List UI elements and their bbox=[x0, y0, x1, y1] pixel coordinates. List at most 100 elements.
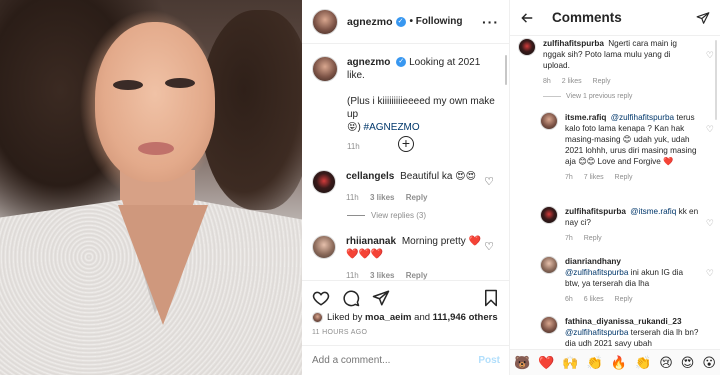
view-replies-link[interactable]: View replies (3) bbox=[347, 211, 426, 220]
comment-time: 6h bbox=[565, 296, 573, 303]
post-comment-button[interactable]: Post bbox=[478, 355, 500, 366]
post-actions: Liked by moa_aeim and 111,946 others 11 … bbox=[302, 280, 510, 350]
caption-avatar[interactable] bbox=[312, 56, 338, 82]
comment-item: cellangels Beautiful ka 😍😍 11h 3 likes R… bbox=[312, 170, 500, 204]
comments-header: Comments bbox=[510, 0, 720, 36]
comment-mention[interactable]: @zulfihafitspurba bbox=[611, 113, 674, 122]
commenter-avatar[interactable] bbox=[518, 38, 536, 56]
comments-scrollbar[interactable] bbox=[505, 55, 507, 85]
add-comment-input[interactable] bbox=[312, 355, 479, 366]
comments-panel: Comments zulfihafitspurba Ngerti cara ma… bbox=[510, 0, 720, 375]
likes-count[interactable]: 111,946 others bbox=[433, 312, 498, 323]
comment-icon[interactable] bbox=[342, 289, 360, 307]
comment-username[interactable]: cellangels bbox=[346, 171, 394, 182]
commenter-avatar[interactable] bbox=[312, 235, 336, 259]
comment-mention[interactable]: @zulfihafitspurba bbox=[565, 328, 628, 337]
comment-username[interactable]: zulfihafitspurba bbox=[543, 39, 604, 48]
caption-time: 11h bbox=[347, 142, 360, 151]
comments-title: Comments bbox=[552, 10, 622, 25]
post-panel: agnezmo ✓ • Following ··· agnezmo ✓ Looki… bbox=[302, 0, 510, 375]
comment-time: 7h bbox=[565, 174, 573, 181]
emoji-quick-bar: 🐻 ❤️ 🙌 👏 🔥 👏 😢 😍 😮 bbox=[510, 349, 720, 375]
liked-by-and: and bbox=[414, 312, 431, 323]
emoji-clap[interactable]: 👏 bbox=[587, 355, 603, 371]
author-username[interactable]: agnezmo bbox=[347, 16, 393, 28]
reply-button[interactable]: Reply bbox=[584, 235, 602, 242]
comment-username[interactable]: fathina_diyanissa_rukandi_23 bbox=[565, 317, 682, 326]
reply-item: zulfihafitspurba @itsme.rafiq kk en nay … bbox=[540, 206, 714, 244]
like-comment-heart-icon[interactable]: ♡ bbox=[706, 268, 714, 279]
post-header: agnezmo ✓ • Following ··· bbox=[302, 0, 509, 44]
like-comment-heart-icon[interactable]: ♡ bbox=[484, 175, 494, 188]
reply-item: dianriandhany @zulfihafitspurba ini akun… bbox=[540, 256, 714, 305]
comment-time: 8h bbox=[543, 78, 551, 85]
comments-panel-scrollbar[interactable] bbox=[715, 40, 717, 120]
view-previous-reply-link[interactable]: View 1 previous reply bbox=[543, 93, 632, 100]
bookmark-icon[interactable] bbox=[482, 289, 500, 307]
liked-by-prefix: Liked by bbox=[327, 312, 363, 323]
commenter-avatar[interactable] bbox=[312, 170, 336, 194]
liker-avatar[interactable] bbox=[312, 312, 323, 323]
comment-mention[interactable]: @itsme.rafiq bbox=[630, 207, 676, 216]
emoji-fire[interactable]: 🔥 bbox=[611, 355, 627, 371]
emoji-clap-2[interactable]: 👏 bbox=[635, 355, 651, 371]
comment-username[interactable]: zulfihafitspurba bbox=[565, 207, 626, 216]
share-icon[interactable] bbox=[372, 289, 390, 307]
commenter-avatar[interactable] bbox=[540, 316, 558, 334]
emoji-bear[interactable]: 🐻 bbox=[514, 355, 530, 371]
like-comment-heart-icon[interactable]: ♡ bbox=[706, 124, 714, 135]
emoji-heart-eyes[interactable]: 😍 bbox=[681, 355, 695, 371]
caption-username[interactable]: agnezmo bbox=[347, 57, 390, 68]
reply-button[interactable]: Reply bbox=[615, 174, 633, 181]
comment-time: 7h bbox=[565, 235, 573, 242]
comment-item: zulfihafitspurba Ngerti cara main ig ngg… bbox=[518, 38, 714, 87]
commenter-avatar[interactable] bbox=[540, 112, 558, 130]
comment-username[interactable]: itsme.rafiq bbox=[565, 113, 606, 122]
comment-likes[interactable]: 2 likes bbox=[562, 78, 582, 85]
reply-button[interactable]: Reply bbox=[593, 78, 611, 85]
post-time-ago[interactable]: 11 HOURS AGO bbox=[312, 329, 500, 336]
emoji-crying[interactable]: 😢 bbox=[659, 355, 673, 371]
like-comment-heart-icon[interactable]: ♡ bbox=[484, 240, 494, 253]
comment-likes[interactable]: 6 likes bbox=[584, 296, 604, 303]
send-icon[interactable] bbox=[696, 11, 710, 25]
emoji-surprised[interactable]: 😮 bbox=[702, 355, 716, 371]
back-arrow-icon[interactable] bbox=[520, 11, 534, 25]
reply-item: fathina_diyanissa_rukandi_23 @zulfihafit… bbox=[540, 316, 714, 349]
comment-likes[interactable]: 3 likes bbox=[370, 271, 394, 280]
commenter-avatar[interactable] bbox=[540, 256, 558, 274]
following-button[interactable]: • Following bbox=[410, 16, 463, 27]
reply-button[interactable]: Reply bbox=[406, 271, 428, 280]
caption-hashtag[interactable]: #AGNEZMO bbox=[364, 122, 420, 133]
comment-likes[interactable]: 7 likes bbox=[584, 174, 604, 181]
comment-item: rhiiananak Morning pretty ❤️❤️❤️❤️ 11h 3… bbox=[312, 235, 500, 282]
caption-text-2: (Plus i kiiiiiiiiieeeed my own make up bbox=[347, 96, 495, 120]
instagram-post-view: agnezmo ✓ • Following ··· agnezmo ✓ Looki… bbox=[0, 0, 720, 375]
more-dots-icon[interactable]: ··· bbox=[482, 14, 499, 30]
verified-badge-icon: ✓ bbox=[395, 16, 406, 27]
emoji-heart[interactable]: ❤️ bbox=[538, 355, 554, 371]
commenter-avatar[interactable] bbox=[540, 206, 558, 224]
comment-likes[interactable]: 3 likes bbox=[370, 193, 394, 202]
comment-text: Beautiful ka 😍😍 bbox=[400, 171, 477, 182]
comment-username[interactable]: rhiiananak bbox=[346, 236, 396, 247]
heart-icon[interactable] bbox=[312, 289, 330, 307]
load-more-comments-icon[interactable]: + bbox=[398, 136, 414, 152]
post-photo[interactable] bbox=[0, 0, 302, 375]
caption-emoji: 😝 bbox=[347, 122, 358, 133]
liked-by: Liked by moa_aeim and 111,946 others bbox=[312, 312, 500, 323]
emoji-raised-hands[interactable]: 🙌 bbox=[562, 355, 578, 371]
comment-time: 11h bbox=[346, 193, 359, 202]
reply-item: itsme.rafiq @zulfihafitspurba terus kalo… bbox=[540, 112, 714, 183]
post-caption: agnezmo ✓ Looking at 2021 like. (Plus i k… bbox=[302, 44, 509, 134]
like-comment-heart-icon[interactable]: ♡ bbox=[706, 50, 714, 61]
comment-mention[interactable]: @zulfihafitspurba bbox=[565, 268, 628, 277]
author-avatar[interactable] bbox=[312, 8, 338, 35]
comment-username[interactable]: dianriandhany bbox=[565, 257, 621, 266]
verified-badge-icon: ✓ bbox=[396, 57, 407, 68]
reply-button[interactable]: Reply bbox=[406, 193, 428, 202]
comment-time: 11h bbox=[346, 271, 359, 280]
liker-username[interactable]: moa_aeim bbox=[365, 312, 411, 323]
reply-button[interactable]: Reply bbox=[615, 296, 633, 303]
like-comment-heart-icon[interactable]: ♡ bbox=[706, 218, 714, 229]
